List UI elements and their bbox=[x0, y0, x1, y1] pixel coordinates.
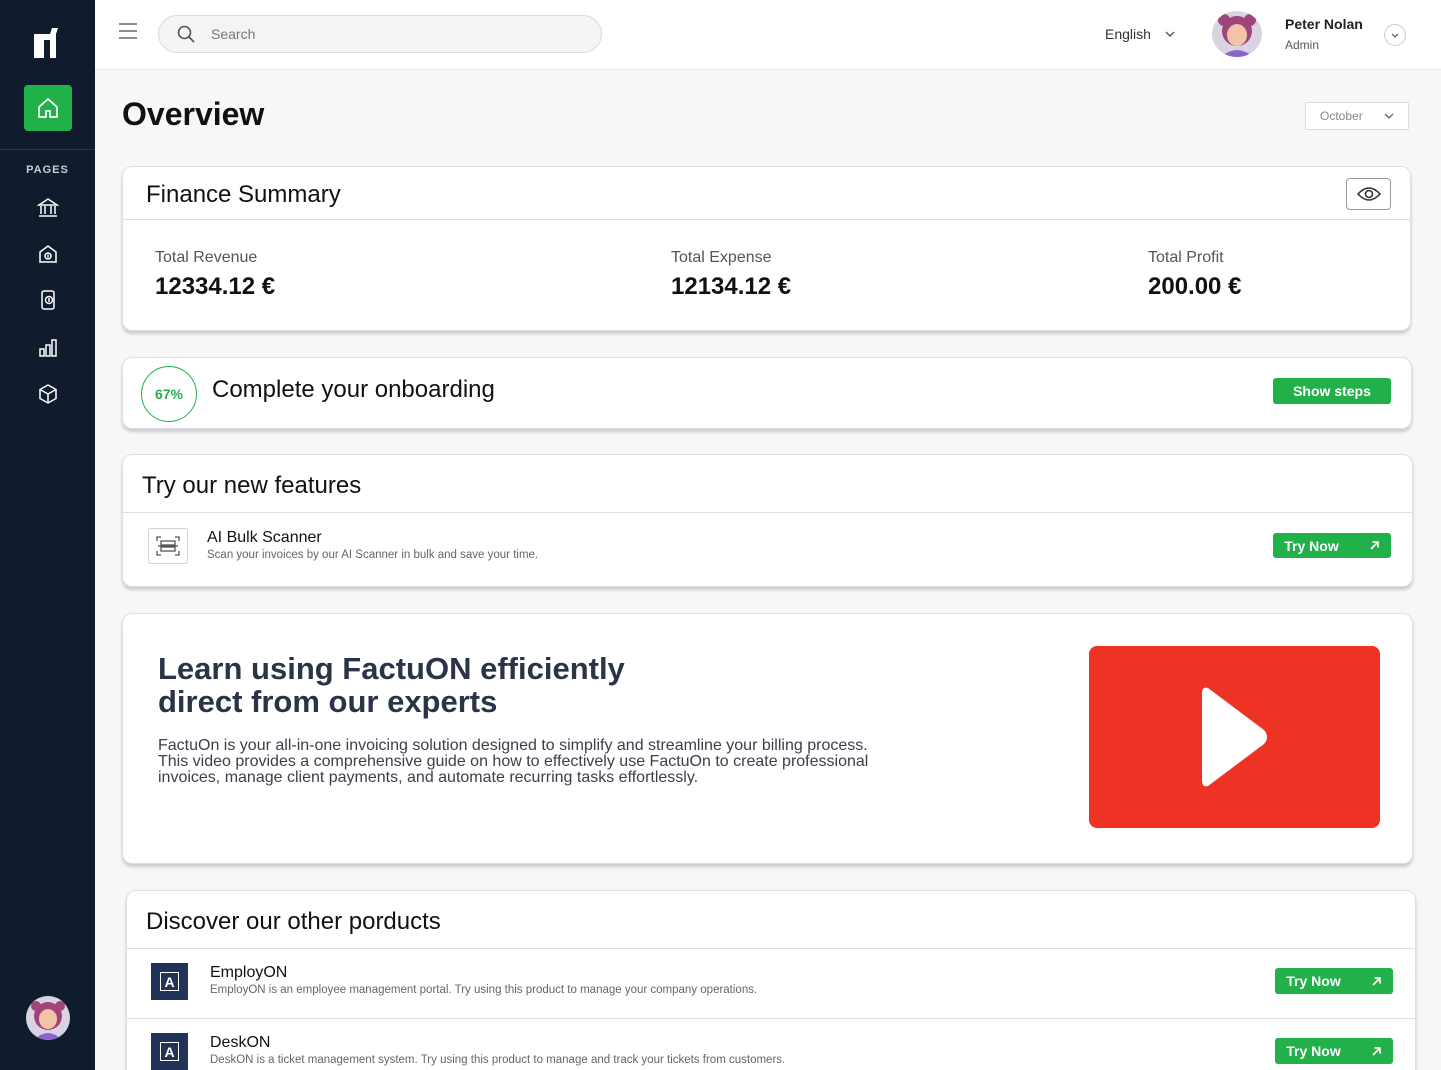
chevron-down-icon bbox=[1165, 31, 1175, 37]
card-divider bbox=[127, 948, 1415, 949]
total-revenue-label: Total Revenue bbox=[155, 249, 258, 266]
onboarding-progress-ring: 67% bbox=[141, 366, 197, 422]
learn-description: FactuOn is your all-in-one invoicing sol… bbox=[158, 738, 958, 786]
sidebar-divider bbox=[0, 149, 95, 150]
hamburger-menu-icon[interactable] bbox=[118, 22, 138, 40]
onboarding-title: Complete your onboarding bbox=[212, 376, 495, 403]
deskon-logo-icon: A bbox=[151, 1033, 188, 1070]
total-revenue-value: 12334.12 € bbox=[155, 273, 276, 300]
language-selector[interactable]: English bbox=[1105, 26, 1175, 42]
sidebar-avatar[interactable] bbox=[26, 996, 70, 1040]
feature-title: AI Bulk Scanner bbox=[207, 529, 322, 546]
card-divider bbox=[123, 512, 1412, 513]
other-products-title: Discover our other porducts bbox=[146, 908, 441, 935]
learn-desc-line: FactuOn is your all-in-one invoicing sol… bbox=[158, 737, 868, 754]
learn-desc-line: invoices, manage client payments, and au… bbox=[158, 769, 699, 786]
video-player[interactable] bbox=[1089, 646, 1380, 828]
chevron-down-icon bbox=[1391, 33, 1399, 38]
try-now-label: Try Now bbox=[1286, 1043, 1341, 1059]
learn-title-line: direct from our experts bbox=[158, 684, 498, 719]
total-expense-label: Total Expense bbox=[671, 249, 772, 266]
finance-summary-card: Finance Summary Total Revenue 12334.12 €… bbox=[122, 166, 1411, 331]
total-expense-value: 12134.12 € bbox=[671, 273, 792, 300]
arrow-up-right-icon bbox=[1372, 976, 1381, 986]
chevron-down-icon bbox=[1384, 113, 1394, 119]
user-role: Admin bbox=[1285, 38, 1320, 52]
sidebar: PAGES bbox=[0, 0, 95, 1070]
page-title: Overview bbox=[122, 96, 265, 132]
onboarding-card: 67% Complete your onboarding Show steps bbox=[122, 357, 1412, 429]
package-icon bbox=[39, 384, 57, 404]
month-select[interactable]: October bbox=[1305, 102, 1409, 130]
user-name: Peter Nolan bbox=[1285, 16, 1363, 32]
home-icon bbox=[38, 98, 58, 118]
factuon-logo[interactable] bbox=[32, 24, 60, 60]
learn-card: Learn using FactuON efficiently direct f… bbox=[122, 613, 1413, 864]
total-profit-label: Total Profit bbox=[1148, 249, 1224, 266]
learn-desc-line: This video provides a comprehensive guid… bbox=[158, 753, 869, 770]
bar-chart-icon bbox=[39, 339, 57, 357]
row-divider bbox=[127, 1018, 1415, 1019]
try-now-label: Try Now bbox=[1284, 537, 1339, 554]
user-avatar[interactable] bbox=[1212, 11, 1262, 57]
try-now-button[interactable]: Try Now bbox=[1275, 1038, 1393, 1064]
sidebar-item-savings[interactable] bbox=[35, 241, 61, 267]
safe-house-icon bbox=[39, 245, 57, 263]
total-profit-value: 200.00 € bbox=[1148, 273, 1242, 300]
learn-title-line: Learn using FactuON efficiently bbox=[158, 651, 625, 686]
new-features-card: Try our new features AI Bulk Scanner Sca… bbox=[122, 454, 1413, 587]
feature-desc: Scan your invoices by our AI Scanner in … bbox=[207, 549, 539, 561]
learn-title: Learn using FactuON efficiently direct f… bbox=[158, 652, 718, 718]
try-now-button[interactable]: Try Now bbox=[1273, 533, 1391, 558]
show-steps-button[interactable]: Show steps bbox=[1273, 378, 1391, 404]
try-now-label: Try Now bbox=[1286, 973, 1341, 989]
home-nav-button[interactable] bbox=[24, 85, 72, 131]
product-name: EmployON bbox=[210, 964, 288, 981]
month-select-value: October bbox=[1320, 109, 1363, 123]
sidebar-item-products[interactable] bbox=[35, 381, 61, 407]
user-menu-button[interactable] bbox=[1384, 24, 1406, 46]
sidebar-section-label: PAGES bbox=[26, 164, 69, 176]
search-bar[interactable] bbox=[158, 15, 602, 53]
eye-icon bbox=[1356, 187, 1381, 201]
invoice-icon bbox=[41, 290, 55, 310]
language-label: English bbox=[1105, 26, 1151, 42]
employon-logo-icon: A bbox=[151, 963, 188, 1000]
product-name: DeskON bbox=[210, 1034, 271, 1051]
card-divider bbox=[123, 219, 1410, 220]
product-desc: DeskON is a ticket management system. Tr… bbox=[210, 1054, 786, 1066]
finance-summary-title: Finance Summary bbox=[146, 181, 341, 208]
search-icon bbox=[177, 25, 195, 43]
toggle-visibility-button[interactable] bbox=[1346, 178, 1391, 210]
bank-icon bbox=[37, 198, 59, 217]
sidebar-item-bank[interactable] bbox=[35, 195, 61, 221]
scanner-icon bbox=[148, 528, 188, 564]
search-input[interactable] bbox=[211, 26, 571, 42]
arrow-up-right-icon bbox=[1370, 541, 1379, 550]
sidebar-item-reports[interactable] bbox=[35, 335, 61, 361]
product-desc: EmployON is an employee management porta… bbox=[210, 984, 758, 996]
play-icon bbox=[1201, 687, 1267, 787]
top-bar: English Peter Nolan Admin bbox=[95, 0, 1441, 70]
other-products-card: Discover our other porducts A EmployON E… bbox=[126, 890, 1416, 1070]
sidebar-item-invoices[interactable] bbox=[35, 287, 61, 313]
arrow-up-right-icon bbox=[1372, 1046, 1381, 1056]
try-now-button[interactable]: Try Now bbox=[1275, 968, 1393, 994]
new-features-title: Try our new features bbox=[142, 472, 362, 499]
